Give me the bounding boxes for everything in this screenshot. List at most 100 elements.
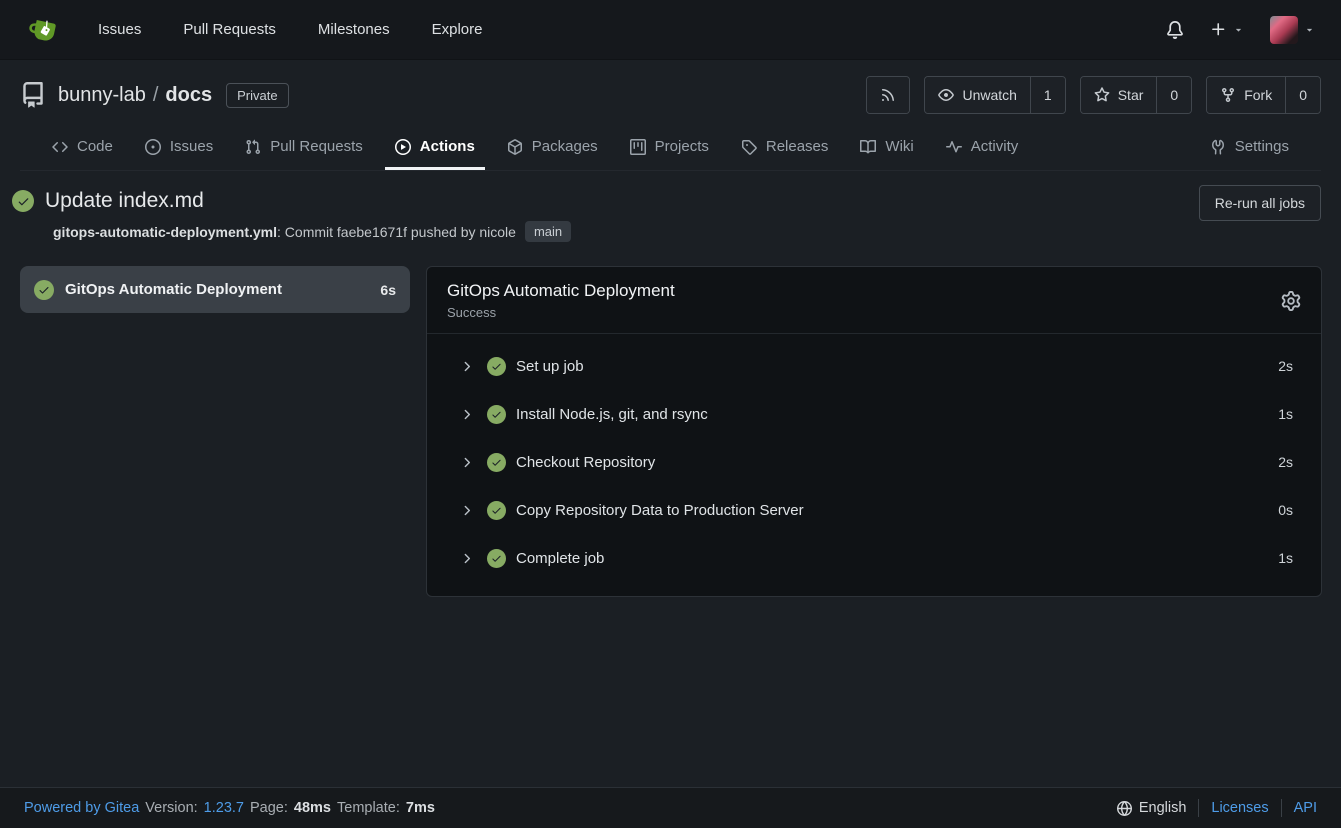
code-icon bbox=[52, 139, 68, 155]
repo-header: bunny-lab / docs Private Unwatch 1 bbox=[0, 60, 1341, 171]
chevron-right-icon[interactable] bbox=[459, 551, 474, 566]
repo-name-link[interactable]: docs bbox=[165, 84, 212, 107]
unwatch-button[interactable]: Unwatch bbox=[925, 77, 1029, 113]
stars-count[interactable]: 0 bbox=[1156, 77, 1191, 113]
footer-divider bbox=[1198, 799, 1199, 817]
user-menu[interactable] bbox=[1270, 16, 1315, 44]
footer: Powered by Gitea Version: 1.23.7 Page: 4… bbox=[0, 787, 1341, 828]
rss-icon bbox=[880, 87, 896, 103]
nav-link-explore[interactable]: Explore bbox=[432, 21, 483, 38]
tag-icon bbox=[741, 139, 757, 155]
nav-link-issues[interactable]: Issues bbox=[98, 21, 141, 38]
step-check-circle-icon bbox=[487, 549, 506, 568]
fork-icon bbox=[1220, 87, 1236, 103]
tab-code[interactable]: Code bbox=[42, 126, 123, 170]
tab-pull-requests[interactable]: Pull Requests bbox=[235, 126, 373, 170]
watchers-count[interactable]: 1 bbox=[1030, 77, 1065, 113]
repo-owner-link[interactable]: bunny-lab bbox=[58, 84, 146, 107]
star-button-group: Star 0 bbox=[1080, 76, 1192, 114]
step-row[interactable]: Copy Repository Data to Production Serve… bbox=[427, 486, 1321, 534]
job-duration: 6s bbox=[380, 282, 396, 298]
chevron-right-icon[interactable] bbox=[459, 359, 474, 374]
workflow-file-name: gitops-automatic-deployment.yml bbox=[53, 224, 277, 240]
rerun-all-jobs-button[interactable]: Re-run all jobs bbox=[1199, 185, 1321, 221]
template-label: Template: bbox=[337, 800, 400, 816]
globe-icon bbox=[1117, 801, 1132, 816]
chevron-right-icon[interactable] bbox=[459, 455, 474, 470]
workflow-run-header: Update index.md Re-run all jobs gitops-a… bbox=[0, 171, 1341, 242]
nav-links: Issues Pull Requests Milestones Explore bbox=[98, 21, 482, 38]
plus-icon bbox=[1210, 21, 1227, 38]
forks-count[interactable]: 0 bbox=[1285, 77, 1320, 113]
chevron-right-icon[interactable] bbox=[459, 503, 474, 518]
book-open-icon bbox=[860, 139, 876, 155]
package-icon bbox=[507, 139, 523, 155]
step-name[interactable]: Complete job bbox=[516, 550, 1278, 567]
chevron-right-icon[interactable] bbox=[459, 407, 474, 422]
star-button[interactable]: Star bbox=[1081, 77, 1157, 113]
tab-actions[interactable]: Actions bbox=[385, 126, 485, 170]
template-time: 7ms bbox=[406, 800, 435, 816]
gitea-logo[interactable] bbox=[26, 13, 60, 47]
caret-down-icon bbox=[1233, 24, 1244, 35]
powered-by-gitea-link[interactable]: Powered by Gitea bbox=[24, 800, 139, 816]
step-duration: 1s bbox=[1278, 406, 1293, 422]
tab-packages[interactable]: Packages bbox=[497, 126, 608, 170]
star-icon bbox=[1094, 87, 1110, 103]
job-status-check-circle-icon bbox=[34, 280, 54, 300]
language-selector[interactable]: English bbox=[1117, 800, 1187, 816]
top-navbar: Issues Pull Requests Milestones Explore bbox=[0, 0, 1341, 60]
tab-releases[interactable]: Releases bbox=[731, 126, 839, 170]
rss-button[interactable] bbox=[866, 76, 910, 114]
page-label: Page: bbox=[250, 800, 288, 816]
tab-issues[interactable]: Issues bbox=[135, 126, 223, 170]
step-check-circle-icon bbox=[487, 453, 506, 472]
gear-icon[interactable] bbox=[1281, 291, 1301, 311]
api-link[interactable]: API bbox=[1294, 800, 1317, 816]
run-content: GitOps Automatic Deployment 6s GitOps Au… bbox=[0, 242, 1341, 597]
job-name: GitOps Automatic Deployment bbox=[65, 281, 380, 298]
tab-settings[interactable]: Settings bbox=[1200, 126, 1299, 170]
job-list-item[interactable]: GitOps Automatic Deployment 6s bbox=[20, 266, 410, 313]
step-row[interactable]: Set up job 2s bbox=[427, 342, 1321, 390]
tools-icon bbox=[1210, 139, 1226, 155]
step-name[interactable]: Copy Repository Data to Production Serve… bbox=[516, 502, 1278, 519]
tab-wiki[interactable]: Wiki bbox=[850, 126, 923, 170]
page-time: 48ms bbox=[294, 800, 331, 816]
step-row[interactable]: Complete job 1s bbox=[427, 534, 1321, 582]
eye-icon bbox=[938, 87, 954, 103]
pulse-icon bbox=[946, 139, 962, 155]
nav-link-milestones[interactable]: Milestones bbox=[318, 21, 390, 38]
run-subtitle: gitops-automatic-deployment.yml: Commit … bbox=[53, 221, 1321, 242]
create-new-button[interactable] bbox=[1210, 21, 1244, 38]
step-duration: 1s bbox=[1278, 550, 1293, 566]
tab-projects[interactable]: Projects bbox=[620, 126, 719, 170]
tab-activity[interactable]: Activity bbox=[936, 126, 1029, 170]
repo-book-icon bbox=[20, 82, 46, 108]
bell-icon[interactable] bbox=[1166, 21, 1184, 39]
step-duration: 2s bbox=[1278, 358, 1293, 374]
step-check-circle-icon bbox=[487, 501, 506, 520]
version-link[interactable]: 1.23.7 bbox=[204, 800, 244, 816]
play-circle-icon bbox=[395, 139, 411, 155]
step-row[interactable]: Install Node.js, git, and rsync 1s bbox=[427, 390, 1321, 438]
job-status-text: Success bbox=[447, 305, 1281, 320]
caret-down-icon bbox=[1304, 24, 1315, 35]
footer-right: English Licenses API bbox=[1117, 799, 1317, 817]
avatar bbox=[1270, 16, 1298, 44]
branch-badge[interactable]: main bbox=[525, 221, 571, 242]
licenses-link[interactable]: Licenses bbox=[1211, 800, 1268, 816]
commit-text: : Commit faebe1671f pushed by nicole bbox=[277, 224, 516, 240]
private-badge: Private bbox=[226, 83, 288, 108]
step-name[interactable]: Checkout Repository bbox=[516, 454, 1278, 471]
step-name[interactable]: Set up job bbox=[516, 358, 1278, 375]
pull-request-icon bbox=[245, 139, 261, 155]
step-check-circle-icon bbox=[487, 357, 506, 376]
nav-link-pull-requests[interactable]: Pull Requests bbox=[183, 21, 276, 38]
step-name[interactable]: Install Node.js, git, and rsync bbox=[516, 406, 1278, 423]
repo-action-buttons: Unwatch 1 Star 0 Fork 0 bbox=[866, 76, 1321, 114]
fork-button[interactable]: Fork bbox=[1207, 77, 1285, 113]
step-row[interactable]: Checkout Repository 2s bbox=[427, 438, 1321, 486]
version-label: Version: bbox=[145, 800, 197, 816]
job-detail-panel: GitOps Automatic Deployment Success Set … bbox=[426, 266, 1322, 597]
